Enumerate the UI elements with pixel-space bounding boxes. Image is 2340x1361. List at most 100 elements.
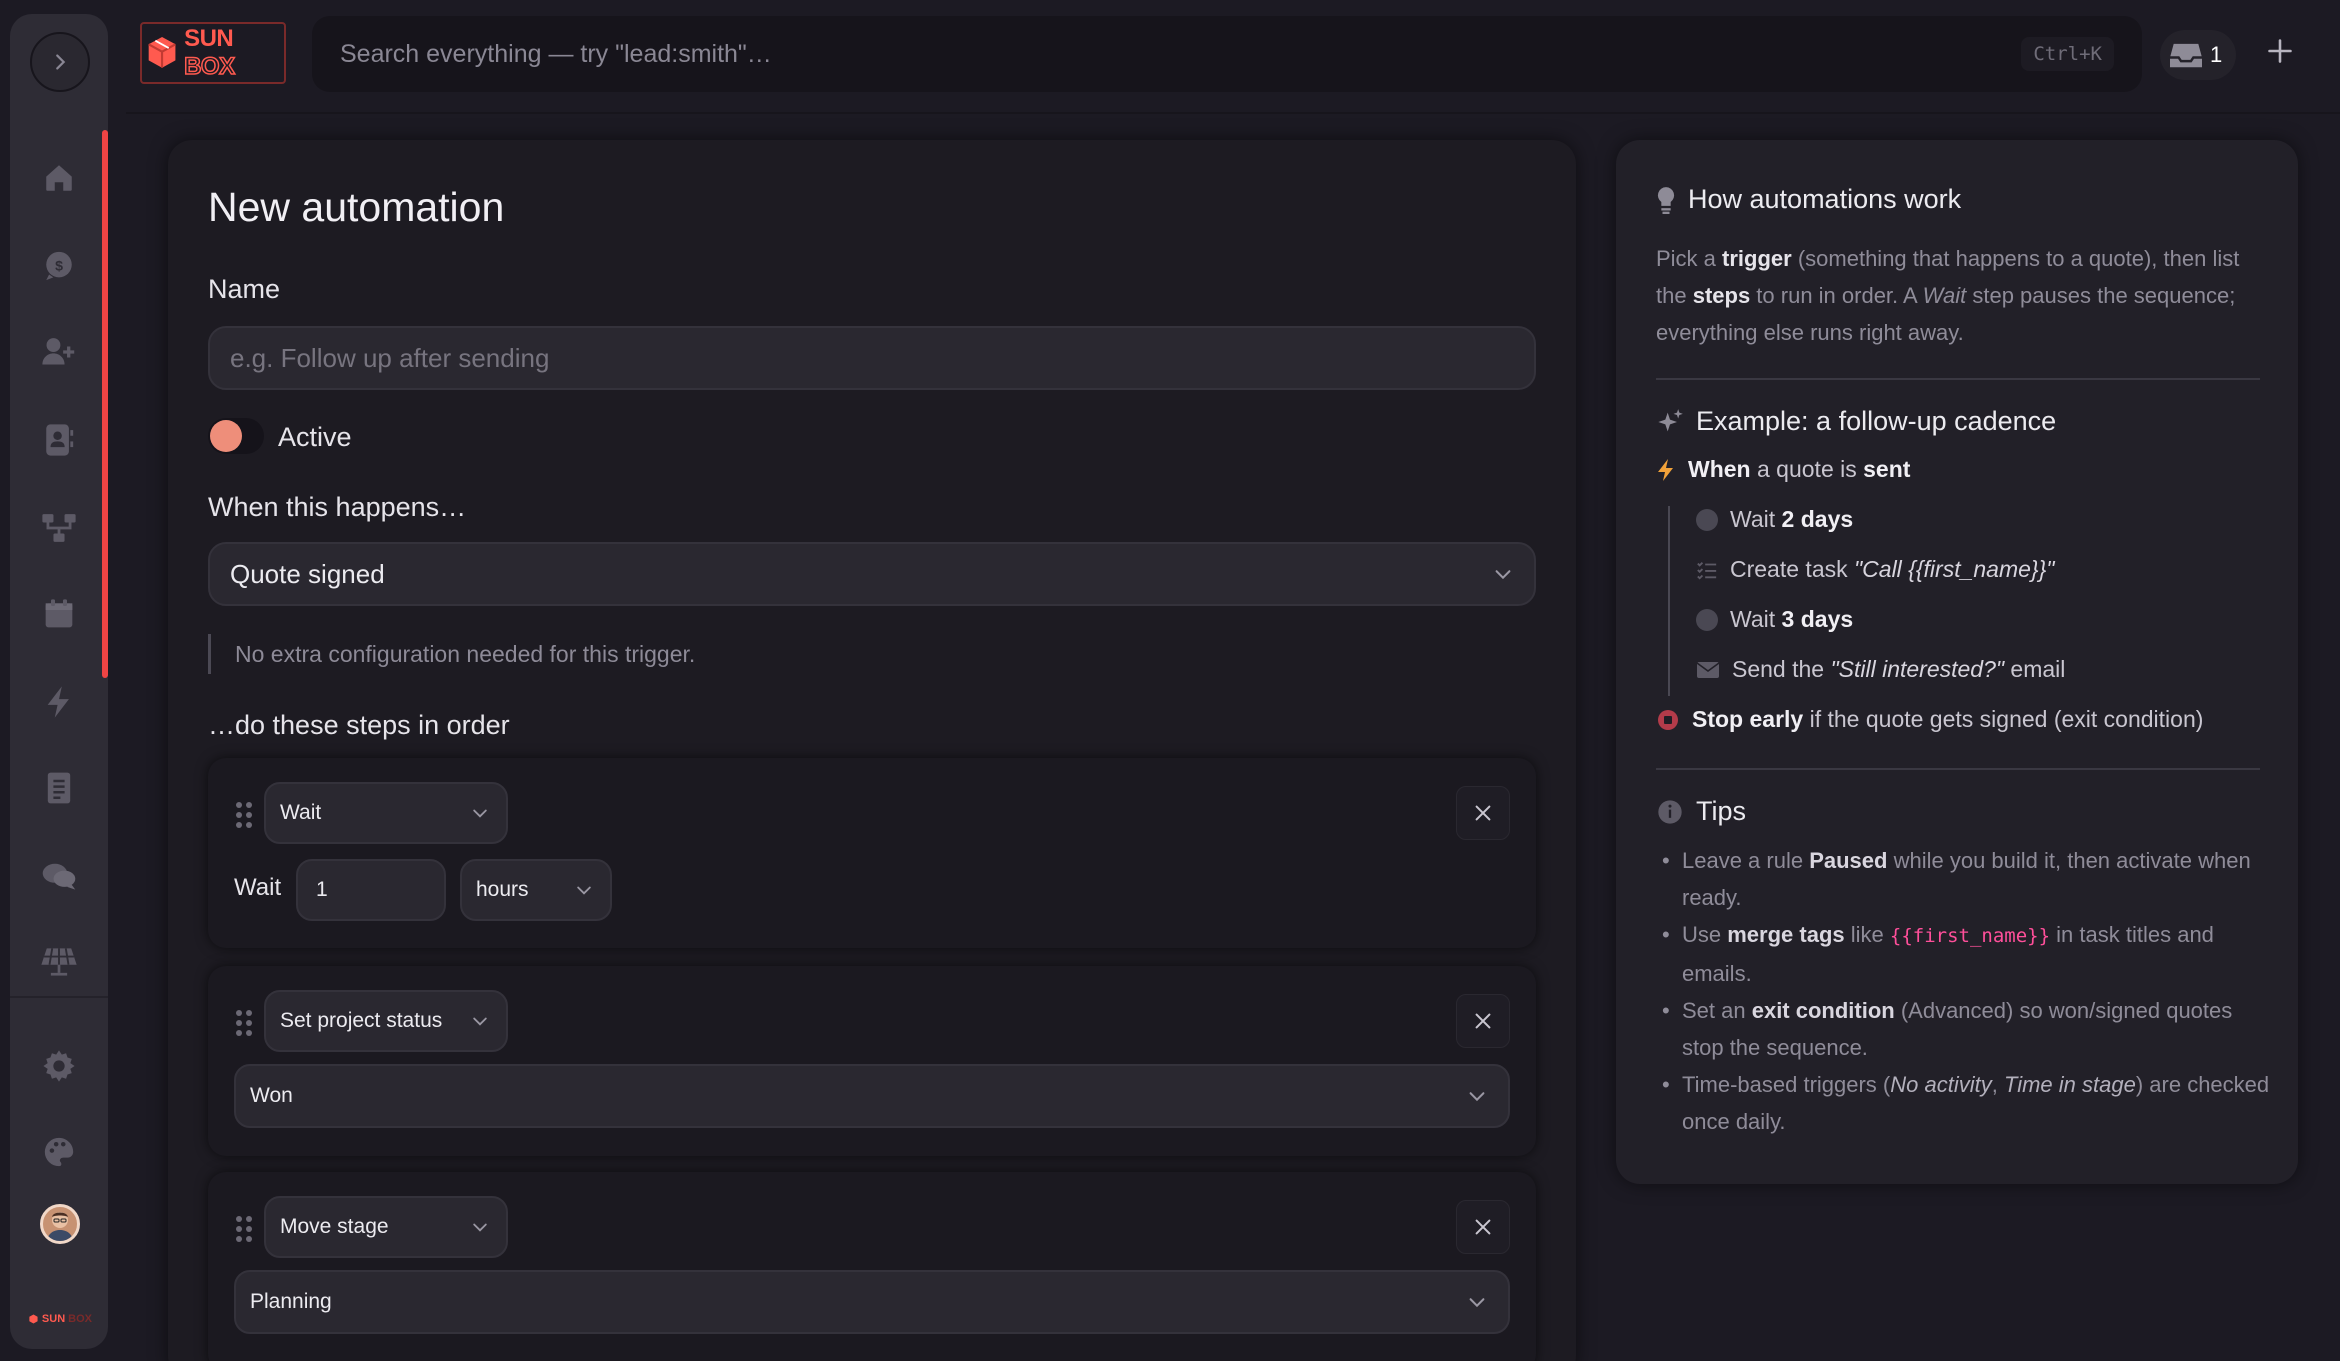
when-mid: a quote is xyxy=(1750,456,1864,482)
user-avatar[interactable] xyxy=(40,1204,80,1244)
wait1-days: 2 days xyxy=(1781,506,1854,532)
expand-sidebar-button[interactable] xyxy=(30,32,90,92)
name-placeholder: e.g. Follow up after sending xyxy=(230,342,550,373)
toggle-knob xyxy=(210,420,242,452)
intro-text-3: to run in order. A xyxy=(1750,283,1923,308)
document-icon[interactable] xyxy=(39,768,79,808)
task-title: "Call {{first_name}}" xyxy=(1854,556,2055,582)
close-icon xyxy=(1475,1013,1491,1029)
wait2-days: 3 days xyxy=(1781,606,1854,632)
tip4-a: Time-based triggers ( xyxy=(1682,1072,1891,1097)
inbox-button[interactable]: 1 xyxy=(2160,30,2236,80)
help-divider xyxy=(1656,378,2260,380)
remove-step-button[interactable] xyxy=(1456,786,1510,840)
drag-handle-icon[interactable] xyxy=(234,800,254,830)
tip2-b: merge tags xyxy=(1727,922,1845,947)
intro-bold-trigger: trigger xyxy=(1722,246,1792,271)
calendar-icon[interactable] xyxy=(39,594,79,634)
inbox-tray-icon xyxy=(2170,43,2202,68)
trigger-value: Quote signed xyxy=(230,558,385,589)
tip2-c: like xyxy=(1844,922,1890,947)
drag-handle-icon[interactable] xyxy=(234,1214,254,1244)
intro-bold-steps: steps xyxy=(1692,283,1751,308)
lightbulb-icon xyxy=(1657,186,1675,214)
project-status-value: Won xyxy=(250,1084,293,1107)
lightning-icon[interactable] xyxy=(39,682,79,722)
active-label: Active xyxy=(278,422,352,452)
tip1-a: Leave a rule xyxy=(1682,848,1810,873)
step-type-value: Set project status xyxy=(280,1009,443,1032)
stage-value: Planning xyxy=(250,1290,332,1313)
task-text: Create task xyxy=(1730,556,1854,582)
wait-amount-input[interactable]: 1 xyxy=(296,859,446,921)
trigger-select[interactable]: Quote signed xyxy=(208,542,1536,606)
solar-panel-icon[interactable] xyxy=(39,942,79,982)
add-new-button[interactable] xyxy=(2262,33,2298,69)
info-icon xyxy=(1658,799,1682,824)
rail-divider xyxy=(10,996,108,998)
rail-brand-logo: SUN BOX xyxy=(28,1307,92,1331)
project-status-select[interactable]: Won xyxy=(234,1064,1510,1128)
help-intro: Pick a trigger (something that happens t… xyxy=(1656,240,2266,351)
contacts-icon[interactable] xyxy=(39,420,79,460)
example-wait-2: Wait 3 days xyxy=(1696,606,1853,633)
help-title: How automations work xyxy=(1656,184,1961,215)
automation-name-field[interactable]: e.g. Follow up after sending xyxy=(208,326,1536,390)
chevron-down-icon xyxy=(1495,570,1511,580)
step-card-move-stage: Move stage Planning xyxy=(208,1172,1536,1361)
tip-item: Time-based triggers (No activity, Time i… xyxy=(1656,1066,2276,1140)
send-email-name: "Still interested?" xyxy=(1830,656,2005,682)
brand-logo[interactable]: SUN BOX xyxy=(140,22,286,84)
tip4-i1: No activity xyxy=(1890,1072,1992,1097)
tip1-b: Paused xyxy=(1809,848,1888,873)
step-card-set-status: Set project status Won xyxy=(208,966,1536,1156)
stage-select[interactable]: Planning xyxy=(234,1270,1510,1334)
workflow-icon[interactable] xyxy=(39,508,79,548)
global-search-input[interactable]: Search everything — try "lead:smith"… Ct… xyxy=(312,16,2142,92)
trigger-config-note: No extra configuration needed for this t… xyxy=(208,634,695,674)
send-text: Send the xyxy=(1732,656,1831,682)
active-toggle[interactable] xyxy=(208,418,264,454)
close-icon xyxy=(1475,1219,1491,1235)
tips-title: Tips xyxy=(1656,796,1746,827)
gear-icon[interactable] xyxy=(39,1046,79,1086)
clock-icon xyxy=(1696,608,1718,631)
tips-list: Leave a rule Paused while you build it, … xyxy=(1656,842,2276,1140)
remove-step-button[interactable] xyxy=(1456,994,1510,1048)
stop-rest: if the quote gets signed (exit condition… xyxy=(1803,706,2204,732)
remove-step-button[interactable] xyxy=(1456,1200,1510,1254)
add-user-icon[interactable] xyxy=(39,332,79,372)
step-type-select[interactable]: Set project status xyxy=(264,990,508,1052)
wait1-text: Wait xyxy=(1730,506,1782,532)
step-type-select[interactable]: Move stage xyxy=(264,1196,508,1258)
drag-handle-icon[interactable] xyxy=(234,1008,254,1038)
chevron-down-icon xyxy=(473,809,487,818)
search-placeholder: Search everything — try "lead:smith"… xyxy=(340,39,772,68)
inbox-count-badge: 1 xyxy=(2210,42,2223,67)
logo-sun-text: SUN xyxy=(184,25,234,52)
logo-box-text: BOX xyxy=(183,52,235,81)
step-card-wait: Wait Wait 1 hours xyxy=(208,758,1536,948)
search-shortcut-hint: Ctrl+K xyxy=(2021,37,2114,71)
messages-icon[interactable] xyxy=(39,856,79,896)
step-type-select[interactable]: Wait xyxy=(264,782,508,844)
trigger-label: When this happens… xyxy=(208,492,467,522)
cube-logo-icon xyxy=(148,36,176,68)
close-icon xyxy=(1475,805,1491,821)
tip-item: Set an exit condition (Advanced) so won/… xyxy=(1656,992,2276,1066)
chevron-right-icon xyxy=(56,54,66,70)
step-type-value: Move stage xyxy=(280,1215,389,1238)
palette-icon[interactable] xyxy=(39,1132,79,1172)
automation-form-card: New automation Name e.g. Follow up after… xyxy=(168,140,1576,1361)
wait-unit-value: hours xyxy=(476,878,529,901)
chevron-down-icon xyxy=(473,1223,487,1232)
intro-italic-wait: Wait xyxy=(1922,283,1967,308)
example-title-text: Example: a follow-up cadence xyxy=(1696,406,2057,436)
help-panel: How automations work Pick a trigger (som… xyxy=(1616,140,2298,1184)
chat-bubble-icon[interactable]: $ xyxy=(39,246,79,286)
home-icon[interactable] xyxy=(39,158,79,198)
wait-unit-select[interactable]: hours xyxy=(460,859,612,921)
when-sent: sent xyxy=(1863,456,1911,482)
example-create-task: Create task "Call {{first_name}}" xyxy=(1696,556,2054,583)
example-wait-1: Wait 2 days xyxy=(1696,506,1853,533)
